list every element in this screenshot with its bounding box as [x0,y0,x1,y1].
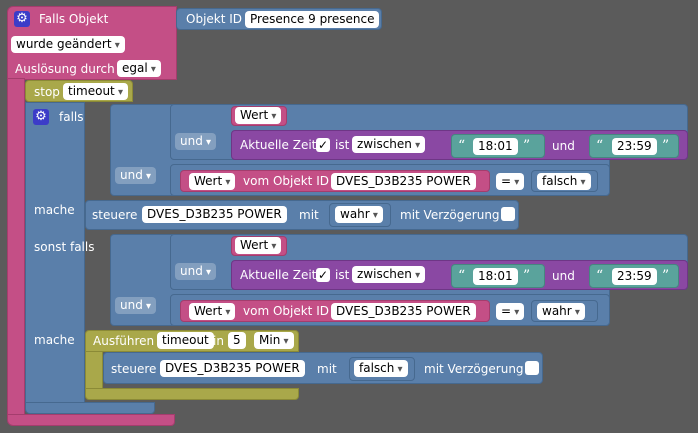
time-label-2: Aktuelle Zeit [240,268,317,282]
timeout-unit-dropdown[interactable]: Min [254,332,294,349]
between-und-label-1: und [552,139,575,153]
open-quote-icon: “ [458,138,466,154]
control-value-dropdown-2[interactable]: falsch [354,360,408,377]
vom-objekt-label-2: vom Objekt ID [243,304,329,318]
mit-label-2: mit [317,362,337,376]
time-to-field-1[interactable]: 23:59 [612,138,657,155]
trigger-block-spine [7,78,25,424]
compare-wert-dropdown-2[interactable]: Wert [189,303,236,320]
close-quote-icon: ” [662,268,670,284]
stop-timeout-dropdown[interactable]: timeout [63,83,128,100]
delay-checkbox-1[interactable] [501,207,515,221]
steuere-label-1: steuere [92,208,138,222]
open-quote-icon: “ [596,268,604,284]
do-label-2: mache [34,333,75,347]
stop-label: stop [34,85,60,99]
open-quote-icon: “ [458,268,466,284]
delay-label-2: mit Verzögerung [424,362,524,376]
operator-dropdown-2[interactable]: = [496,303,525,320]
trigger-by-label: Auslösung durch [15,62,115,76]
control-value-dropdown-1[interactable]: wahr [335,206,383,223]
if-block-bottom [25,402,155,414]
time-from-field-1[interactable]: 18:01 [473,138,518,155]
compare-value-dropdown-2[interactable]: wahr [537,303,585,320]
checkmark-icon[interactable]: ✓ [316,138,330,152]
vom-objekt-label-1: vom Objekt ID [243,174,329,188]
timeout-name-field[interactable]: timeout [157,332,214,349]
open-quote-icon: “ [596,138,604,154]
object-field-2[interactable]: DVES_D3B235 POWER [331,303,476,320]
object-id-label: Objekt ID [186,12,243,26]
trigger-title: Falls Objekt [39,12,109,26]
operator-dropdown-1[interactable]: = [496,173,525,190]
between-dropdown-1[interactable]: zwischen [352,136,426,153]
in-label: in [213,334,224,348]
close-quote-icon: ” [523,268,531,284]
ist-label-1: ist [335,138,350,152]
compare-value-dropdown-1[interactable]: falsch [537,173,591,190]
if-label: falls [59,110,84,124]
object-field-1[interactable]: DVES_D3B235 POWER [331,173,476,190]
control-object-field-1[interactable]: DVES_D3B235 POWER [142,206,287,223]
condition-dropdown[interactable]: wurde geändert [11,36,125,53]
time-to-field-2[interactable]: 23:59 [612,268,657,285]
compare-wert-dropdown-1[interactable]: Wert [189,173,236,190]
und-dropdown-4[interactable]: und [115,297,157,314]
execute-timeout-spine [85,351,103,391]
trigger-by-dropdown[interactable]: egal [117,60,161,77]
und-dropdown-2[interactable]: und [115,167,157,184]
timeout-amount-field[interactable]: 5 [228,332,246,349]
wert-dropdown-1[interactable]: Wert [235,107,282,124]
execute-label: Ausführen [93,334,155,348]
trigger-block-bottom [7,414,175,426]
ist-label-2: ist [335,268,350,282]
delay-checkbox-2[interactable] [525,361,539,375]
checkmark-icon[interactable]: ✓ [316,268,330,282]
between-und-label-2: und [552,269,575,283]
steuere-label-2: steuere [111,362,157,376]
und-dropdown-1[interactable]: und [175,133,217,150]
object-id-field[interactable]: Presence 9 presence [245,11,380,28]
do-label-1: mache [34,203,75,217]
time-label-1: Aktuelle Zeit [240,138,317,152]
if-block-spine [25,102,85,414]
gear-icon[interactable]: ⚙ [14,11,30,27]
delay-label-1: mit Verzögerung [400,208,500,222]
between-dropdown-2[interactable]: zwischen [352,266,426,283]
gear-icon[interactable]: ⚙ [33,109,49,125]
control-object-field-2[interactable]: DVES_D3B235 POWER [160,360,305,377]
elseif-label: sonst falls [34,240,95,254]
wert-dropdown-2[interactable]: Wert [235,237,282,254]
execute-timeout-bottom [85,388,299,400]
close-quote-icon: ” [523,138,531,154]
mit-label-1: mit [299,208,319,222]
und-dropdown-3[interactable]: und [175,263,217,280]
close-quote-icon: ” [662,138,670,154]
time-from-field-2[interactable]: 18:01 [473,268,518,285]
